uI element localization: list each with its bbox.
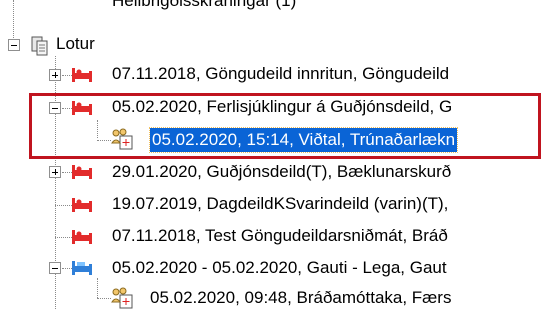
blue-bed-icon (70, 256, 96, 280)
expand-toggle[interactable] (49, 166, 61, 178)
tree-item[interactable]: 07.11.2018, Test Göngudeildarsniðmát, Br… (112, 224, 448, 248)
collapse-toggle[interactable] (49, 262, 61, 274)
red-bed-icon (70, 160, 96, 184)
tree-item[interactable]: 05.02.2020 - 05.02.2020, Gauti - Lega, G… (112, 256, 447, 280)
red-bed-icon (70, 96, 96, 120)
red-bed-icon (70, 63, 96, 87)
tree-view[interactable]: Heilbrigðisskráningar (1) Lotur 07.11.20… (0, 0, 548, 309)
tree-line (97, 140, 111, 141)
tree-item[interactable]: 05.02.2020, 09:48, Bráðamóttaka, Færs (150, 286, 451, 310)
people-document-icon (110, 286, 136, 310)
collapse-toggle[interactable] (49, 102, 61, 114)
expand-toggle[interactable] (49, 69, 61, 81)
tree-line (97, 298, 111, 299)
red-bed-icon (70, 225, 96, 249)
red-bed-icon (70, 193, 96, 217)
tree-item-partial[interactable]: Heilbrigðisskráningar (1) (112, 0, 296, 11)
collapse-toggle[interactable] (8, 39, 20, 51)
tree-item-root[interactable]: Lotur (56, 32, 95, 56)
tree-item[interactable]: 19.07.2019, DagdeildKSvarindeild (varin)… (112, 192, 448, 216)
tree-line (97, 278, 98, 298)
people-document-icon (110, 127, 136, 151)
tree-item-selected[interactable]: 05.02.2020, 15:14, Viðtal, Trúnaðarlækn (148, 127, 459, 153)
folder-document-icon (28, 33, 54, 57)
tree-item[interactable]: 29.01.2020, Guðjónsdeild(T), Bæklunarsku… (112, 160, 451, 184)
tree-item[interactable]: 05.02.2020, Ferlisjúklingur á Guðjónsdei… (112, 95, 452, 119)
tree-item[interactable]: 07.11.2018, Göngudeild innritun, Göngude… (112, 62, 449, 86)
tree-line (97, 120, 98, 138)
